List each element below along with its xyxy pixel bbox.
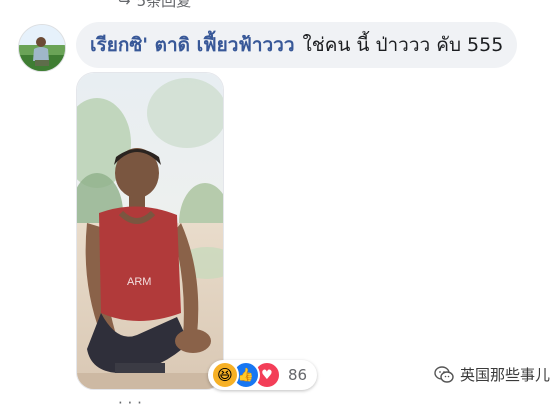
view-replies-label: 5条回复 [136, 0, 192, 10]
watermark: 英国那些事儿 [434, 364, 550, 385]
comment-photo[interactable]: ARM [76, 72, 224, 390]
photo-image: ARM [77, 73, 223, 389]
comment-actions-row: · · · [118, 394, 142, 412]
watermark-text: 英国那些事儿 [460, 366, 551, 384]
comment-text: ใช่คน นี้ ป่าววว คับ 555 [302, 34, 504, 56]
wechat-icon [434, 365, 454, 383]
svg-text:ARM: ARM [127, 276, 151, 288]
reply-arrow-icon: ↪ [118, 0, 131, 10]
avatar[interactable] [18, 24, 66, 72]
reactions-summary[interactable]: 😆 👍 ♥ 86 [208, 360, 318, 390]
view-replies-link[interactable]: ↪ 5条回复 [118, 0, 191, 11]
reaction-count: 86 [288, 366, 308, 384]
comment-bubble: เรียกซิ' ตาดิ เฟี้ยวฟ้าววว ใช่คน นี้ ป่า… [76, 22, 518, 68]
haha-icon: 😆 [211, 361, 239, 389]
comment-author[interactable]: เรียกซิ' ตาดิ เฟี้ยวฟ้าววว [90, 22, 295, 68]
avatar-photo [19, 25, 65, 71]
